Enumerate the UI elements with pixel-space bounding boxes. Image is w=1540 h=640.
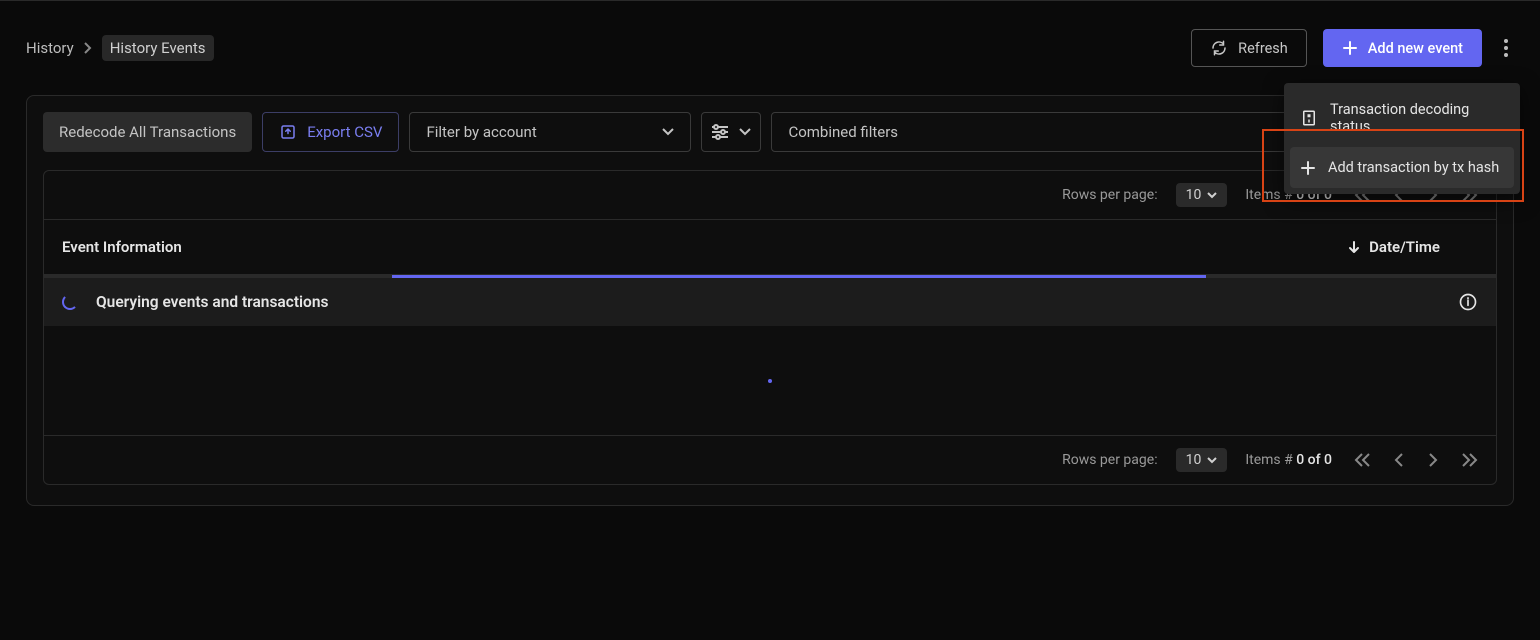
page-last-button[interactable] [1458,449,1482,471]
plus-icon [1300,160,1316,176]
table-header: Event Information Date/Time [44,219,1496,275]
document-info-icon [1300,109,1318,127]
column-date-time[interactable]: Date/Time [1347,238,1440,256]
loading-row: Querying events and transactions [44,278,1496,326]
breadcrumb-prev[interactable]: History [26,39,74,57]
chevron-down-icon [662,128,674,136]
combined-filters-placeholder: Combined filters [788,123,898,141]
table-body-empty [44,326,1496,436]
export-icon [279,123,297,141]
page-first-button[interactable] [1350,449,1374,471]
pagination-top: Rows per page: 10 Items # 0 of 0 [44,171,1496,219]
menu-decoding-status-label: Transaction decoding status [1330,101,1504,135]
rows-per-page-select[interactable]: 10 [1176,448,1228,472]
menu-add-by-hash[interactable]: Add transaction by tx hash [1290,147,1514,188]
refresh-icon [1210,39,1228,57]
loading-bar [44,275,1496,278]
redecode-button[interactable]: Redecode All Transactions [43,112,252,152]
menu-add-by-hash-label: Add transaction by tx hash [1328,159,1499,176]
sliders-icon [711,124,729,140]
loading-dot-icon [768,379,772,383]
more-menu-dropdown: Transaction decoding status Add transact… [1284,83,1520,194]
rows-per-page-select[interactable]: 10 [1176,183,1228,207]
rows-per-page-label: Rows per page: [1062,452,1157,468]
breadcrumb: History History Events [26,35,214,61]
redecode-label: Redecode All Transactions [59,123,236,141]
export-csv-button[interactable]: Export CSV [262,112,399,152]
export-csv-label: Export CSV [307,123,382,141]
sort-desc-icon [1347,240,1361,254]
rows-per-page-value: 10 [1186,187,1202,203]
chevron-right-icon [84,42,92,54]
items-count: Items # 0 of 0 [1245,452,1332,468]
filter-account-select[interactable]: Filter by account [409,112,691,152]
plus-icon [1342,40,1358,56]
column-event-info[interactable]: Event Information [62,238,182,256]
refresh-button[interactable]: Refresh [1191,29,1307,67]
add-event-button[interactable]: Add new event [1323,29,1482,67]
loading-text: Querying events and transactions [96,293,328,311]
breadcrumb-current: History Events [102,35,214,61]
rows-per-page-value: 10 [1186,452,1202,468]
chevron-down-icon [739,128,751,136]
more-menu-button[interactable] [1498,33,1514,63]
add-event-label: Add new event [1368,40,1463,57]
pagination-bottom: Rows per page: 10 Items # 0 of 0 [44,436,1496,484]
filter-account-placeholder: Filter by account [426,123,536,141]
menu-decoding-status[interactable]: Transaction decoding status [1290,89,1514,147]
info-icon[interactable] [1458,292,1478,312]
refresh-label: Refresh [1238,40,1288,57]
page-next-button[interactable] [1424,449,1442,471]
rows-per-page-label: Rows per page: [1062,187,1157,203]
column-date-label: Date/Time [1369,238,1440,256]
filter-settings-button[interactable] [701,112,761,152]
page-prev-button[interactable] [1390,449,1408,471]
spinner-icon [62,294,78,310]
events-table: Rows per page: 10 Items # 0 of 0 Event I… [43,170,1497,485]
